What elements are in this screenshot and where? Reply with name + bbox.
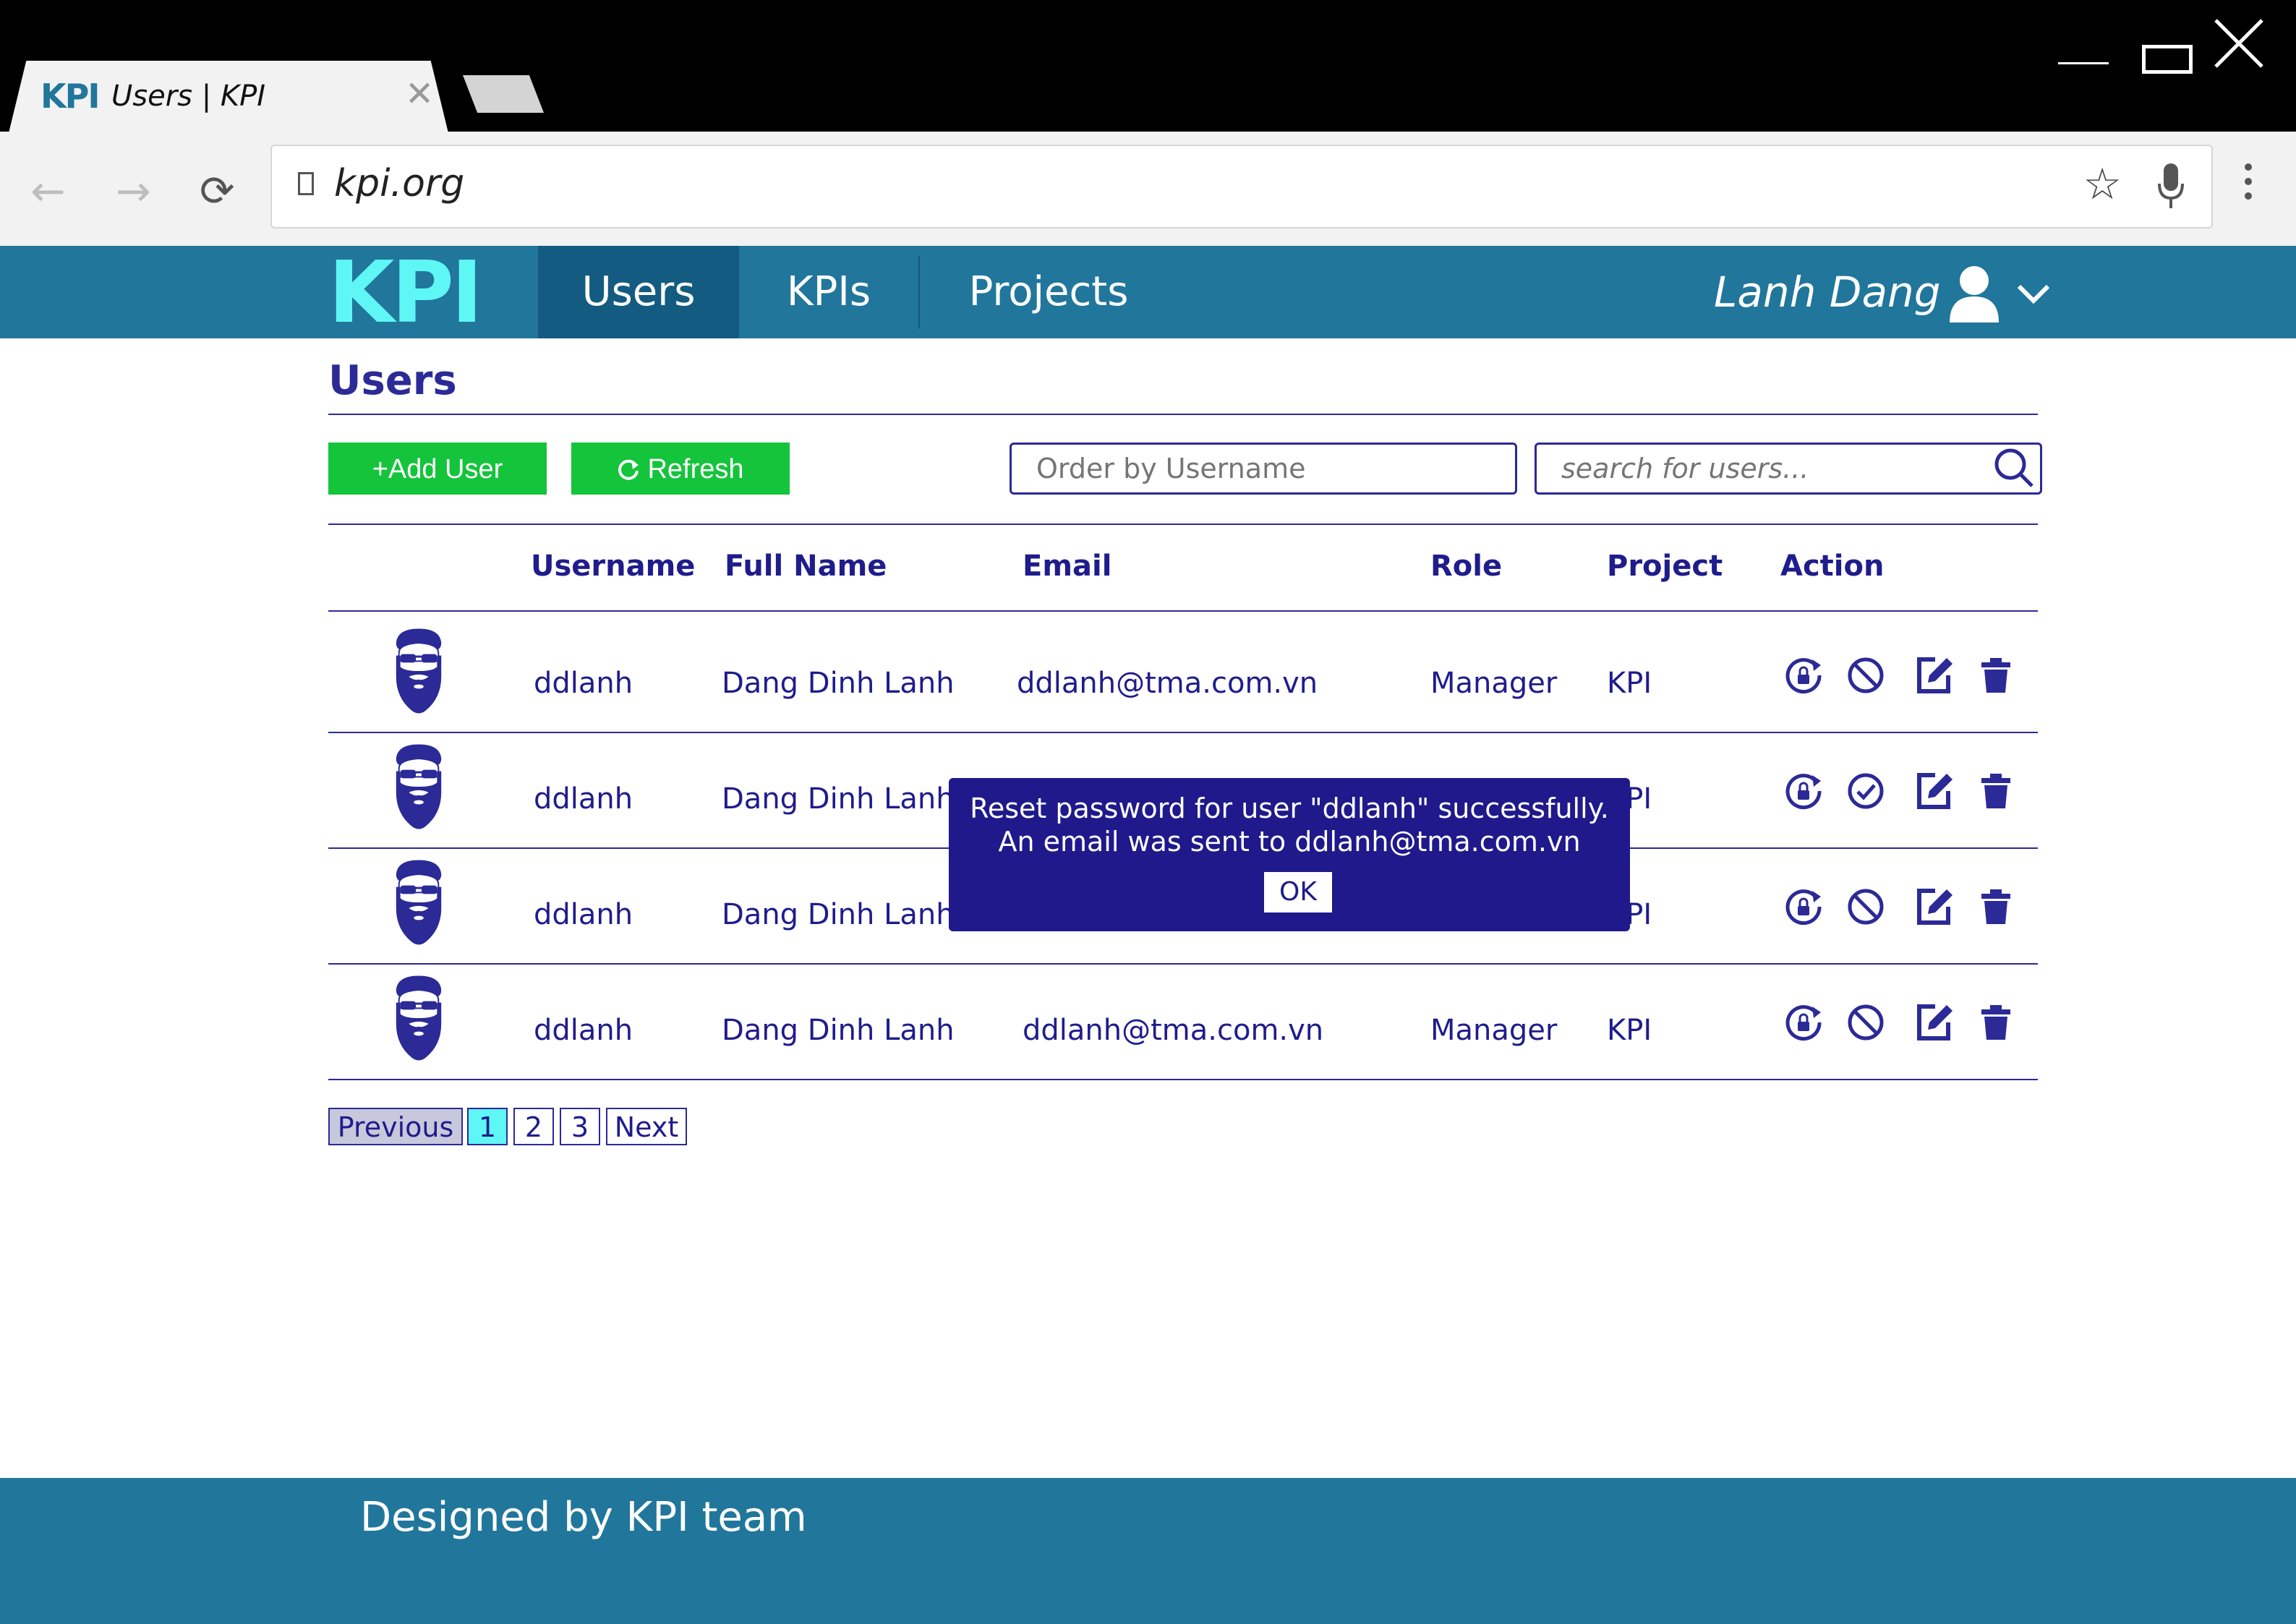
tab-close-icon[interactable]: ✕: [405, 74, 434, 114]
cell-role: Manager: [1430, 1014, 1558, 1047]
reset-password-icon[interactable]: [1783, 771, 1824, 811]
cell-username[interactable]: ddlanh: [534, 1014, 633, 1047]
edit-icon[interactable]: [1913, 1002, 1954, 1043]
address-bar[interactable]: kpi.org ☆: [270, 145, 2213, 228]
current-user-name[interactable]: Lanh Dang: [1714, 246, 1941, 338]
maximize-window-icon[interactable]: [2142, 45, 2193, 74]
order-by-select[interactable]: [1010, 443, 1517, 495]
cell-role: Manager: [1430, 667, 1558, 700]
microphone-icon[interactable]: [2156, 162, 2185, 210]
reset-password-icon[interactable]: [1783, 655, 1824, 696]
column-header-username[interactable]: Username: [531, 550, 695, 583]
cell-full-name: Dang Dinh Lanh: [722, 1014, 955, 1047]
cell-full-name: Dang Dinh Lanh: [722, 782, 955, 816]
row-divider: [328, 732, 2038, 733]
user-avatar: [395, 975, 443, 1061]
ban-icon[interactable]: [1845, 886, 1886, 927]
ban-icon[interactable]: [1845, 655, 1886, 696]
column-header-action: Action: [1780, 550, 1885, 583]
page-2-button[interactable]: 2: [513, 1108, 554, 1145]
nav-projects[interactable]: Projects: [940, 246, 1157, 338]
user-avatar: [395, 859, 443, 946]
column-header-full-name[interactable]: Full Name: [725, 550, 887, 583]
browser-title-bar: KPI Users | KPI ✕: [0, 0, 2296, 133]
browser-tab[interactable]: KPI Users | KPI ✕: [9, 61, 448, 133]
check-circle-icon[interactable]: [1845, 771, 1886, 811]
forward-arrow-icon[interactable]: →: [116, 166, 151, 215]
tab-favicon-logo: KPI: [40, 77, 100, 116]
tab-title: Users | KPI: [111, 80, 266, 113]
chevron-down-icon[interactable]: [2016, 283, 2051, 305]
table-bottom-border: [328, 1079, 2038, 1080]
back-arrow-icon[interactable]: ←: [30, 166, 66, 215]
ok-button[interactable]: OK: [1264, 872, 1332, 913]
table-top-border: [328, 523, 2038, 525]
user-avatar: [395, 743, 443, 830]
user-avatar-icon[interactable]: [1948, 265, 2006, 322]
row-divider: [328, 963, 2038, 965]
column-header-project[interactable]: Project: [1607, 550, 1723, 583]
trash-icon[interactable]: [1976, 655, 2016, 696]
browser-menu-icon[interactable]: [2245, 163, 2252, 207]
cell-full-name: Dang Dinh Lanh: [722, 667, 955, 700]
refresh-label: Refresh: [647, 454, 744, 484]
search-input[interactable]: [1535, 443, 2042, 495]
page-3-button[interactable]: 3: [560, 1108, 600, 1145]
footer-text: Designed by KPI team: [360, 1494, 807, 1541]
trash-icon[interactable]: [1976, 771, 2016, 811]
previous-page-button[interactable]: Previous: [328, 1108, 463, 1145]
refresh-button[interactable]: Refresh: [571, 443, 790, 495]
ban-icon[interactable]: [1845, 1002, 1886, 1043]
reset-password-icon[interactable]: [1783, 886, 1824, 927]
minimize-window-icon[interactable]: [2058, 62, 2109, 64]
reset-password-dialog: Reset password for user "ddlanh" success…: [949, 778, 1630, 931]
add-user-label: Add User: [388, 454, 503, 484]
title-divider: [328, 414, 2038, 415]
add-user-button[interactable]: +Add User: [328, 443, 547, 495]
cell-username[interactable]: ddlanh: [534, 667, 633, 700]
cell-email: ddlanh@tma.com.vn: [1023, 1014, 1324, 1047]
page-icon: [298, 172, 314, 195]
new-tab-button[interactable]: [463, 75, 544, 113]
reset-password-icon[interactable]: [1783, 1002, 1824, 1043]
reload-icon[interactable]: ⟳: [200, 166, 235, 215]
next-page-button[interactable]: Next: [606, 1108, 687, 1145]
edit-icon[interactable]: [1913, 655, 1954, 696]
cell-project: KPI: [1607, 1014, 1652, 1047]
address-url[interactable]: kpi.org: [334, 162, 464, 205]
footer: Designed by KPI team: [0, 1478, 2296, 1624]
refresh-icon: [618, 459, 639, 480]
page-1-button[interactable]: 1: [467, 1108, 508, 1145]
cell-full-name: Dang Dinh Lanh: [722, 898, 955, 931]
column-header-email[interactable]: Email: [1023, 550, 1111, 583]
user-avatar: [395, 628, 443, 714]
column-header-role[interactable]: Role: [1430, 550, 1502, 583]
close-window-icon[interactable]: [2213, 17, 2265, 69]
plus-icon: +: [372, 454, 388, 484]
dialog-message-detail: An email was sent to ddlanh@tma.com.vn: [998, 826, 1581, 858]
trash-icon[interactable]: [1976, 886, 2016, 927]
table-header-border: [328, 610, 2038, 612]
search-icon[interactable]: [1993, 447, 2035, 489]
nav-kpis[interactable]: KPIs: [739, 246, 918, 338]
trash-icon[interactable]: [1976, 1002, 2016, 1043]
nav-divider: [918, 256, 920, 328]
brand-logo[interactable]: KPI: [328, 249, 483, 335]
edit-icon[interactable]: [1913, 886, 1954, 927]
nav-users[interactable]: Users: [538, 246, 739, 338]
edit-icon[interactable]: [1913, 771, 1954, 811]
bookmark-star-icon[interactable]: ☆: [2083, 159, 2122, 210]
page-title: Users: [328, 357, 457, 404]
app-header: KPI Users KPIs Projects Lanh Dang: [0, 246, 2296, 338]
cell-username[interactable]: ddlanh: [534, 782, 633, 816]
cell-project: KPI: [1607, 667, 1652, 700]
cell-username[interactable]: ddlanh: [534, 898, 633, 931]
dialog-message: Reset password for user "ddlanh" success…: [970, 792, 1609, 824]
cell-email: ddlanh@tma.com.vn: [1017, 667, 1318, 700]
